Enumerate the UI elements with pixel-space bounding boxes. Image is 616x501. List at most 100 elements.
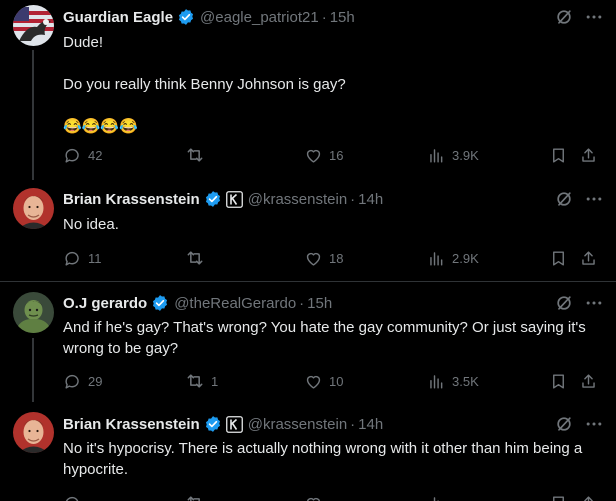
tweet-text: No it's hypocrisy. There is actually not… — [63, 440, 587, 478]
repost-icon — [187, 374, 203, 388]
author-handle[interactable]: @theRealGerardo — [174, 295, 296, 312]
author-name[interactable]: O.J gerardo — [63, 295, 147, 312]
tweet-header: O.J gerardo @theRealGerardo · 15h — [63, 293, 332, 313]
reply-icon — [65, 148, 79, 163]
bookmark-button[interactable] — [549, 371, 568, 391]
like-button[interactable]: 10 — [304, 371, 343, 391]
affiliate-badge-icon[interactable] — [225, 415, 243, 433]
share-button[interactable] — [579, 145, 598, 165]
timestamp[interactable]: 14h — [358, 191, 383, 208]
reply-icon — [65, 251, 79, 266]
bookmark-icon — [553, 147, 564, 163]
timestamp[interactable]: 15h — [330, 9, 355, 26]
more-options-icon[interactable] — [584, 189, 604, 209]
avatar[interactable] — [13, 5, 54, 46]
verified-badge-icon — [151, 294, 169, 312]
author-name[interactable]: Brian Krassenstein — [63, 416, 200, 433]
author-name[interactable]: Guardian Eagle — [63, 9, 173, 26]
tweet-header: Guardian Eagle @eagle_patriot21 · 15h — [63, 7, 355, 27]
analytics-icon — [430, 148, 443, 163]
man-avatar-icon — [13, 412, 54, 453]
repost-count: 1 — [211, 373, 219, 389]
share-icon — [582, 373, 595, 388]
views-count: 2.9K — [452, 250, 479, 266]
thread-line — [32, 50, 34, 180]
views-button[interactable]: 3.5K — [427, 371, 479, 391]
analytics-icon — [430, 251, 443, 266]
bookmark-icon — [553, 250, 564, 266]
bookmark-button[interactable] — [549, 145, 568, 165]
reply-count: 11 — [88, 250, 102, 266]
share-button[interactable] — [579, 248, 598, 268]
repost-button[interactable]: 1 — [185, 371, 218, 391]
reply-count: 29 — [88, 373, 103, 389]
like-button[interactable]: 16 — [304, 145, 343, 165]
heart-icon — [306, 375, 321, 389]
reply-button[interactable]: 11 — [63, 248, 102, 268]
like-button[interactable] — [304, 493, 329, 501]
analytics-icon — [433, 496, 439, 501]
more-options-icon[interactable] — [584, 293, 604, 313]
share-icon — [582, 147, 595, 162]
avatar[interactable] — [13, 188, 54, 229]
affiliate-badge-icon[interactable] — [225, 190, 243, 208]
views-button[interactable]: 3.9K — [427, 145, 479, 165]
share-button[interactable] — [579, 371, 598, 391]
views-button[interactable]: 2.9K — [427, 248, 479, 268]
bookmark-button[interactable] — [549, 493, 568, 501]
author-handle[interactable]: @krassenstein — [248, 416, 347, 433]
share-icon — [582, 250, 595, 265]
verified-badge-icon — [204, 190, 222, 208]
tweet-header: Brian Krassenstein @krassenstein · 14h — [63, 414, 383, 434]
thread-line — [32, 338, 34, 402]
tweet-top-actions — [554, 189, 604, 209]
tweet-text: And if he's gay? That's wrong? You hate … — [63, 319, 590, 357]
tweet-header: Brian Krassenstein @krassenstein · 14h — [63, 189, 383, 209]
repost-icon — [187, 496, 200, 501]
bookmark-button[interactable] — [549, 248, 568, 268]
share-button[interactable] — [579, 493, 598, 501]
repost-button[interactable] — [185, 493, 211, 501]
grok-icon[interactable] — [554, 293, 574, 313]
timestamp[interactable]: 14h — [358, 416, 383, 433]
heart-icon — [306, 497, 321, 501]
separator-dot: · — [299, 294, 305, 312]
reply-button[interactable]: 42 — [63, 145, 102, 165]
avatar[interactable] — [13, 412, 54, 453]
timestamp[interactable]: 15h — [307, 295, 332, 312]
reply-icon — [65, 374, 79, 389]
separator-dot: · — [350, 190, 356, 208]
heart-icon — [306, 252, 321, 266]
separator-dot: · — [321, 8, 327, 26]
tweet-3[interactable]: O.J gerardo @theRealGerardo · 15h And if… — [0, 282, 616, 402]
more-options-icon[interactable] — [584, 7, 604, 27]
repost-button[interactable] — [185, 248, 211, 268]
action-bar: 42 16 3.9K — [63, 145, 608, 165]
grok-icon[interactable] — [554, 7, 574, 27]
verified-badge-icon — [177, 8, 195, 26]
grok-icon[interactable] — [554, 189, 574, 209]
heart-icon — [306, 149, 321, 163]
views-count: 3.9K — [452, 147, 479, 163]
more-options-icon[interactable] — [584, 414, 604, 434]
tweet-1[interactable]: Guardian Eagle @eagle_patriot21 · 15h Du… — [0, 0, 616, 180]
author-handle[interactable]: @krassenstein — [248, 191, 347, 208]
reply-button[interactable] — [63, 493, 88, 501]
reply-button[interactable]: 29 — [63, 371, 102, 391]
reply-icon — [65, 496, 79, 501]
tweet-2[interactable]: Brian Krassenstein @krassenstein · 14h N… — [0, 180, 616, 280]
repost-button[interactable] — [185, 145, 211, 165]
author-handle[interactable]: @eagle_patriot21 — [200, 9, 319, 26]
grok-icon[interactable] — [554, 414, 574, 434]
tweet-4[interactable]: Brian Krassenstein @krassenstein · 14h N… — [0, 402, 616, 501]
author-name[interactable]: Brian Krassenstein — [63, 191, 200, 208]
views-button[interactable] — [427, 493, 452, 501]
hulk-avatar-icon — [13, 292, 54, 333]
like-button[interactable]: 18 — [304, 248, 343, 268]
bookmark-icon — [553, 373, 564, 389]
action-bar: 11 18 2.9K — [63, 248, 608, 268]
man-avatar-icon — [13, 188, 54, 229]
tweet-top-actions — [554, 293, 604, 313]
reply-count: 42 — [88, 147, 103, 163]
avatar[interactable] — [13, 292, 54, 333]
